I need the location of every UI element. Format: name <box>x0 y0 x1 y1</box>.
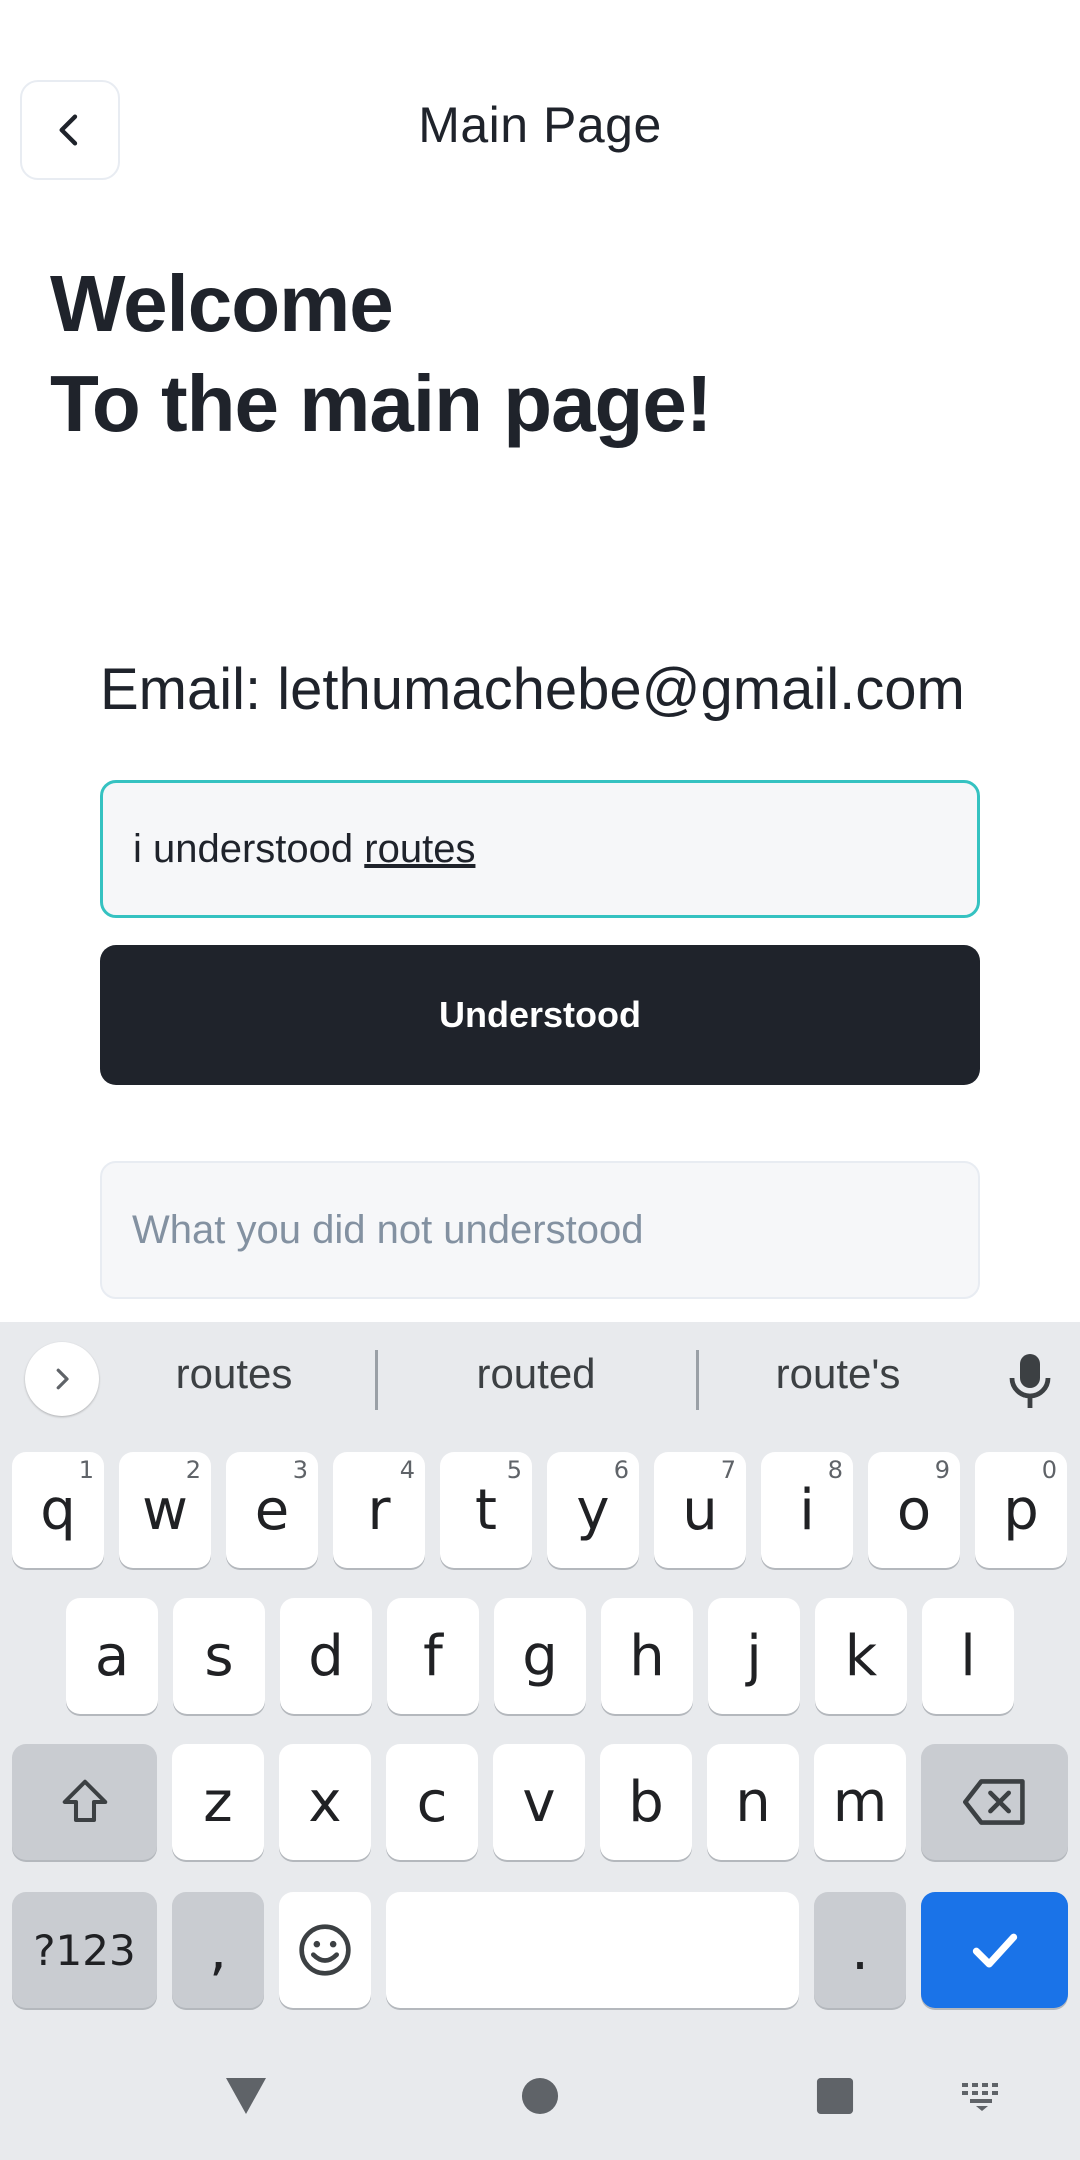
understood-button[interactable]: Understood <box>100 945 980 1085</box>
emoji-key[interactable] <box>279 1892 371 2008</box>
shift-key[interactable] <box>12 1744 157 1860</box>
key-t[interactable]: t5 <box>440 1452 532 1568</box>
suggestion-2[interactable]: routed <box>396 1350 676 1398</box>
key-hint: 5 <box>506 1456 522 1484</box>
key-e[interactable]: e3 <box>226 1452 318 1568</box>
key-q[interactable]: q1 <box>12 1452 104 1568</box>
key-hint: 3 <box>292 1456 308 1484</box>
key-b[interactable]: b <box>600 1744 692 1860</box>
nav-back-icon <box>226 2078 266 2114</box>
symbols-key[interactable]: ?123 <box>12 1892 157 2008</box>
key-hint: 0 <box>1041 1456 1057 1484</box>
key-j[interactable]: j <box>708 1598 800 1714</box>
welcome-heading: Welcome To the main page! <box>50 254 713 454</box>
not-understood-input[interactable]: What you did not understood <box>100 1161 980 1299</box>
not-understood-placeholder: What you did not understood <box>132 1207 644 1252</box>
email-text: Email: lethumachebe@gmail.com <box>100 657 965 722</box>
comma-key[interactable]: , <box>172 1892 264 2008</box>
suggestions-expand-button[interactable] <box>25 1342 99 1416</box>
keyboard-switch-button[interactable] <box>932 2032 1032 2160</box>
suggestion-strip: routes routed route's <box>0 1322 1080 1434</box>
key-label: r <box>367 1477 391 1543</box>
key-label: e <box>254 1477 290 1543</box>
key-hint: 9 <box>934 1456 950 1484</box>
suggestion-divider <box>375 1350 378 1410</box>
space-key[interactable] <box>386 1892 799 2008</box>
welcome-line-1: Welcome <box>50 259 394 348</box>
key-a[interactable]: a <box>66 1598 158 1714</box>
key-p[interactable]: p0 <box>975 1452 1067 1568</box>
nav-back-button[interactable] <box>196 2032 296 2160</box>
key-label: o <box>896 1477 932 1543</box>
backspace-key[interactable] <box>921 1744 1068 1860</box>
key-hint: 1 <box>78 1456 94 1484</box>
key-z[interactable]: z <box>172 1744 264 1860</box>
suggestion-1[interactable]: routes <box>94 1350 374 1398</box>
soft-keyboard: routes routed route's q1w2e3r4t5y6u7i8o9… <box>0 1322 1080 2032</box>
key-hint: 2 <box>185 1456 201 1484</box>
nav-recents-button[interactable] <box>785 2032 885 2160</box>
key-l[interactable]: l <box>922 1598 1014 1714</box>
keyboard-switch-icon <box>962 2083 998 2111</box>
key-n[interactable]: n <box>707 1744 799 1860</box>
suggestion-3[interactable]: route's <box>698 1350 978 1398</box>
key-hint: 6 <box>613 1456 629 1484</box>
enter-key[interactable] <box>921 1892 1068 2008</box>
key-i[interactable]: i8 <box>761 1452 853 1568</box>
system-nav-bar <box>0 2032 1080 2160</box>
key-y[interactable]: y6 <box>547 1452 639 1568</box>
nav-recents-icon <box>816 2077 854 2115</box>
nav-home-button[interactable] <box>490 2032 590 2160</box>
nav-home-icon <box>521 2077 559 2115</box>
backspace-icon <box>962 1779 1025 1825</box>
key-label: w <box>142 1477 188 1543</box>
shift-icon <box>62 1779 107 1823</box>
key-hint: 8 <box>827 1456 843 1484</box>
key-c[interactable]: c <box>386 1744 478 1860</box>
key-x[interactable]: x <box>279 1744 371 1860</box>
key-label: y <box>576 1477 610 1543</box>
key-w[interactable]: w2 <box>119 1452 211 1568</box>
app-screen: Main Page Welcome To the main page! Emai… <box>0 0 1080 1322</box>
key-o[interactable]: o9 <box>868 1452 960 1568</box>
page-title: Main Page <box>418 97 662 153</box>
key-hint: 4 <box>399 1456 415 1484</box>
period-key[interactable]: . <box>814 1892 906 2008</box>
emoji-icon <box>299 1924 351 1976</box>
key-u[interactable]: u7 <box>654 1452 746 1568</box>
composing-word: routes <box>364 826 476 871</box>
key-label: t <box>475 1477 497 1543</box>
key-hint: 7 <box>720 1456 736 1484</box>
key-label: p <box>1003 1477 1039 1543</box>
key-h[interactable]: h <box>601 1598 693 1714</box>
key-f[interactable]: f <box>387 1598 479 1714</box>
understood-input[interactable]: i understood routes <box>100 780 980 918</box>
key-label: u <box>682 1477 718 1543</box>
understood-input-value: i understood routes <box>133 826 476 871</box>
key-label: q <box>40 1477 76 1543</box>
key-r[interactable]: r4 <box>333 1452 425 1568</box>
welcome-line-2: To the main page! <box>50 359 713 448</box>
key-label: i <box>799 1477 815 1543</box>
key-g[interactable]: g <box>494 1598 586 1714</box>
key-m[interactable]: m <box>814 1744 906 1860</box>
key-s[interactable]: s <box>173 1598 265 1714</box>
mic-icon[interactable] <box>1005 1352 1055 1412</box>
key-d[interactable]: d <box>280 1598 372 1714</box>
key-k[interactable]: k <box>815 1598 907 1714</box>
chevron-right-icon <box>56 1368 69 1390</box>
key-v[interactable]: v <box>493 1744 585 1860</box>
check-icon <box>972 1933 1017 1968</box>
